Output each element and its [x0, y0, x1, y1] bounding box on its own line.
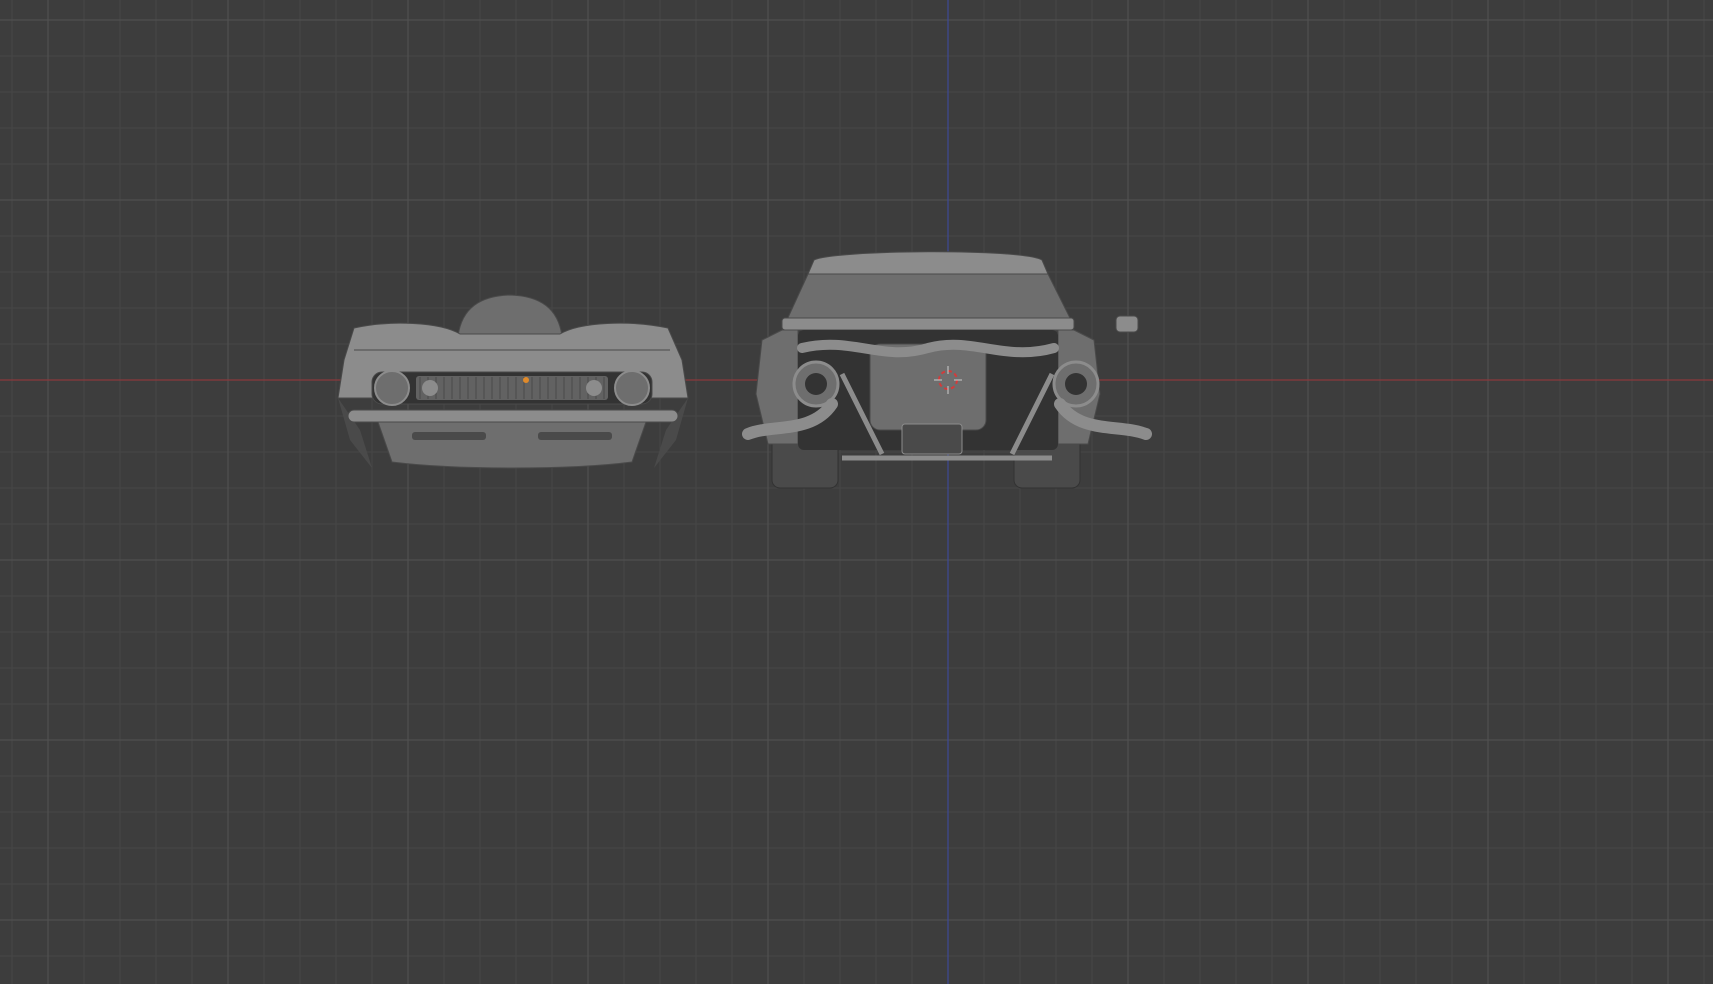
right-fog-light — [586, 380, 602, 396]
roof — [807, 251, 1049, 275]
engine-block — [869, 343, 987, 431]
left-fog-light — [422, 380, 438, 396]
front-bumper — [347, 409, 679, 423]
radiator — [901, 423, 963, 455]
right-fender-flare — [654, 398, 688, 468]
3d-cursor-icon[interactable] — [934, 366, 962, 394]
lower-valance — [377, 421, 647, 469]
left-fender-flare — [338, 398, 372, 468]
right-headlight — [614, 370, 650, 406]
3d-viewport[interactable] — [0, 0, 1713, 984]
left-turbo-inlet — [805, 373, 827, 395]
car-body-front-mesh[interactable] — [330, 290, 720, 480]
left-air-slot — [412, 432, 486, 440]
hood-scoop — [457, 294, 563, 337]
right-air-slot — [538, 432, 612, 440]
grille-mesh — [416, 376, 608, 400]
windshield — [785, 273, 1073, 323]
side-mirror — [1115, 315, 1139, 333]
left-headlight — [374, 370, 410, 406]
object-origin-point[interactable] — [523, 377, 529, 383]
right-turbo-inlet — [1065, 373, 1087, 395]
cowl — [781, 317, 1075, 331]
